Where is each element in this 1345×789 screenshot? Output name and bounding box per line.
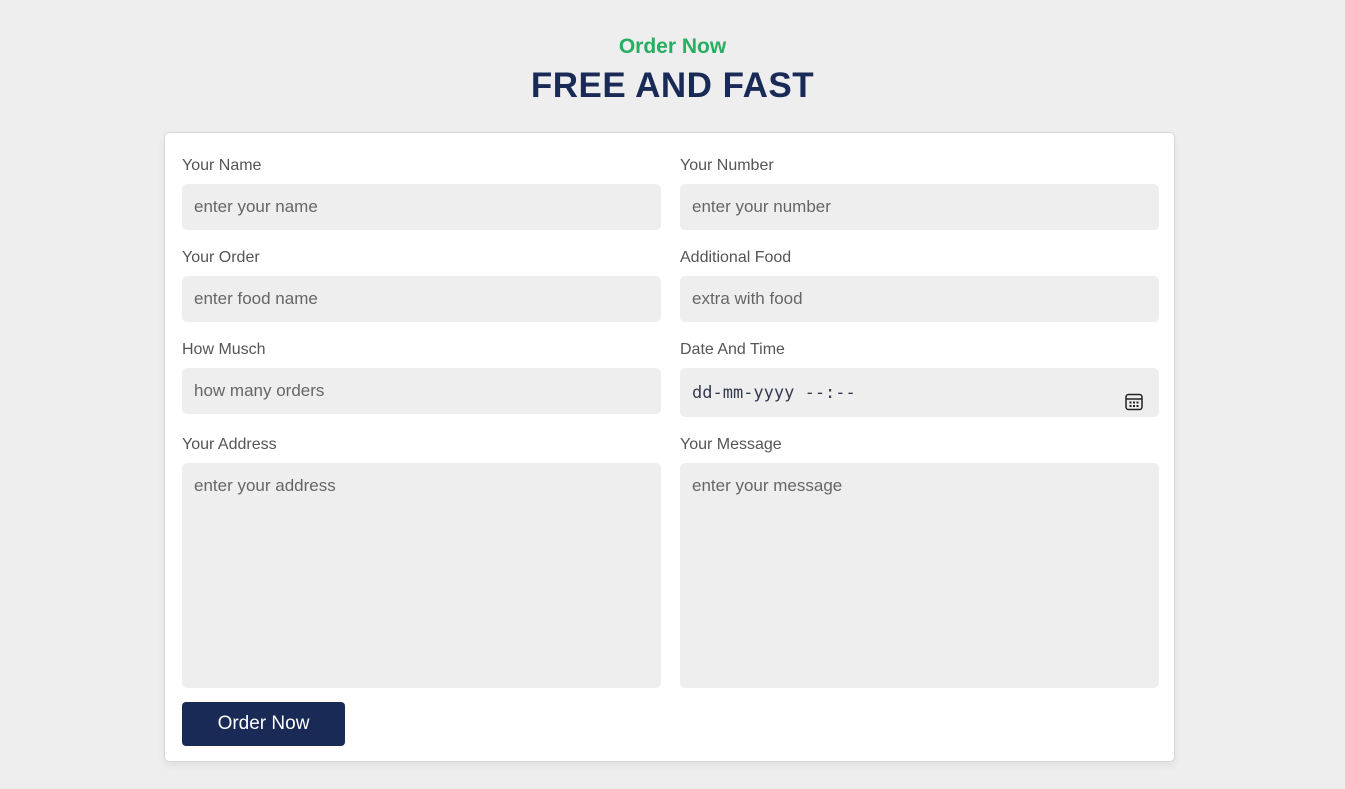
order-input[interactable]: enter food name [182,276,661,322]
quantity-field-group: How Musch how many orders [182,339,661,414]
name-input[interactable]: enter your name [182,184,661,230]
address-label: Your Address [182,436,277,453]
datetime-label: Date And Time [680,341,785,358]
order-label: Your Order [182,249,260,266]
additional-food-input[interactable]: extra with food [680,276,1159,322]
additional-food-field-group: Additional Food extra with food [680,247,1159,322]
additional-food-label: Additional Food [680,249,792,266]
quantity-input[interactable]: how many orders [182,368,661,414]
number-input[interactable]: enter your number [680,184,1159,230]
name-label: Your Name [182,157,262,174]
section-subtitle: Order Now [618,35,727,58]
section-title: FREE AND FAST [530,66,815,105]
datetime-value: dd-mm-yyyy --:-- [692,383,856,403]
address-textarea[interactable]: enter your address [182,463,661,688]
order-now-button[interactable]: Order Now [182,702,345,746]
message-field-group: Your Message enter your message [680,434,1159,688]
calendar-icon[interactable] [1124,382,1144,411]
name-field-group: Your Name enter your name [182,155,661,230]
order-form: Your Name enter your name Your Number en… [164,132,1175,762]
datetime-input[interactable]: dd-mm-yyyy --:-- [680,368,1159,417]
message-label: Your Message [680,436,782,453]
address-field-group: Your Address enter your address [182,434,661,688]
quantity-label: How Musch [182,341,266,358]
number-label: Your Number [680,157,774,174]
order-field-group: Your Order enter food name [182,247,661,322]
message-textarea[interactable]: enter your message [680,463,1159,688]
datetime-field-group: Date And Time dd-mm-yyyy --:-- [680,339,1159,417]
number-field-group: Your Number enter your number [680,155,1159,230]
